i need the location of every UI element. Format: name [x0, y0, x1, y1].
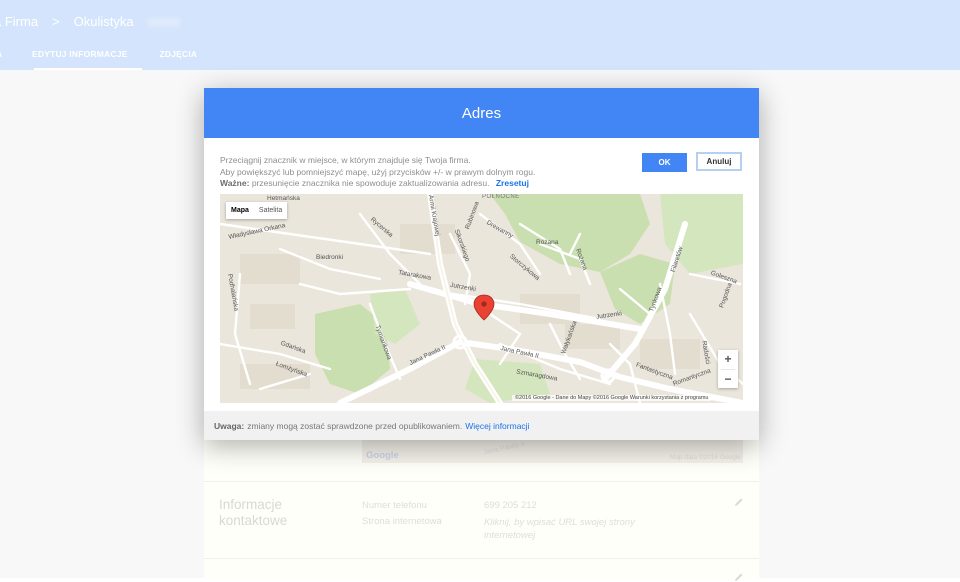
more-info-link[interactable]: Więcej informacji — [465, 421, 529, 431]
note-text: zmiany mogą zostać sprawdzone przed opub… — [247, 420, 463, 431]
ok-button[interactable]: OK — [642, 153, 687, 172]
map-label: Biedronki — [316, 254, 344, 261]
zoom-in-button[interactable]: + — [718, 350, 738, 369]
map-label: Hetmańska — [267, 195, 300, 202]
zoom-control: + − — [718, 350, 738, 388]
map-type-satellite-button[interactable]: Satelita — [254, 202, 287, 219]
dialog-header: Adres — [204, 88, 759, 138]
cancel-button[interactable]: Anuluj — [696, 152, 742, 171]
map-view[interactable]: Hetmańska POŁNOCNE Armii Krajowej Rycers… — [220, 194, 743, 403]
instruction-line: Przeciągnij znacznik w miejsce, w którym… — [220, 155, 471, 165]
map-label: POŁNOCNE — [482, 194, 520, 200]
map-type-control: Mapa Satelita — [226, 202, 288, 219]
map-attribution[interactable]: ©2016 Google - Dane do Mapy ©2016 Google… — [512, 395, 712, 401]
important-label: Ważne: — [220, 178, 250, 188]
map-label: Różana — [536, 239, 559, 246]
instruction-line: Aby powiększyć lub pomniejszyć mapę, uży… — [220, 166, 536, 177]
instruction-text: przesunięcie znacznika nie spowoduje zak… — [251, 178, 490, 188]
map-type-map-button[interactable]: Mapa — [226, 202, 254, 219]
dialog-instructions: Przeciągnij znacznik w miejsce, w którym… — [220, 155, 640, 190]
reset-link[interactable]: Zresetuj — [496, 178, 529, 188]
dialog-footer: Uwaga: zmiany mogą zostać sprawdzone prz… — [204, 411, 759, 440]
instruction-line: Ważne: przesunięcie znacznika nie spowod… — [220, 178, 640, 190]
zoom-out-button[interactable]: − — [718, 370, 738, 389]
dialog-title: Adres — [461, 104, 502, 122]
note-label: Uwaga: — [214, 420, 245, 431]
address-dialog: Adres Przeciągnij znacznik w miejsce, w … — [204, 88, 759, 440]
